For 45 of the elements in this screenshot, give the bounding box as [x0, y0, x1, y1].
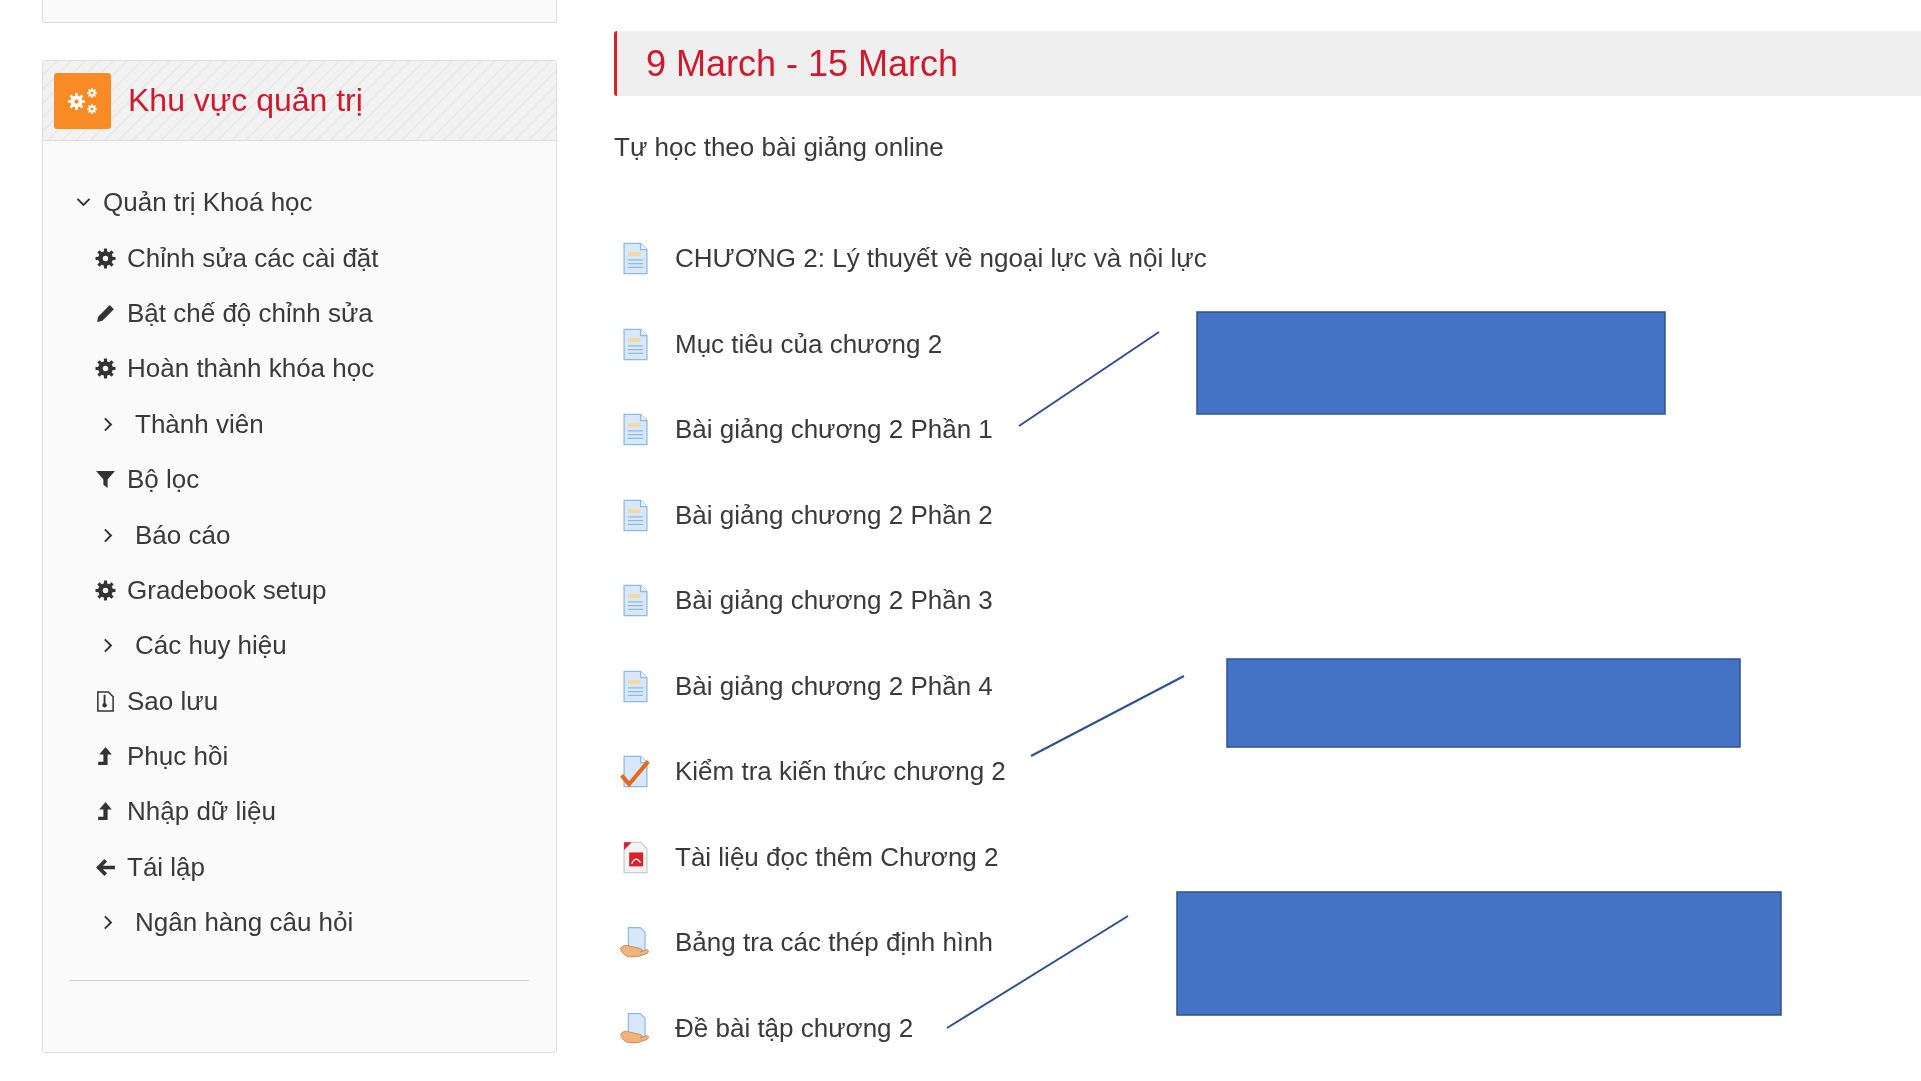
activity-link[interactable]: Đề bài tập chương 2 — [675, 1012, 914, 1044]
document-icon — [620, 584, 651, 618]
activity-link[interactable]: Bài giảng chương 2 Phần 2 — [675, 499, 993, 531]
hand-document-icon — [620, 926, 651, 960]
archive-file-icon — [95, 690, 116, 712]
document-icon — [620, 327, 651, 361]
gears-icon — [54, 72, 111, 129]
gear-icon — [95, 579, 116, 601]
menu-link[interactable]: Nhập dữ liệu — [127, 796, 276, 828]
menu-link[interactable]: Bật chế độ chỉnh sửa — [127, 297, 373, 329]
pdf-file-icon — [620, 840, 651, 874]
document-icon — [620, 242, 651, 276]
activity-link[interactable]: Kiểm tra kiến thức chương 2 — [675, 756, 1006, 788]
hand-document-icon — [620, 1011, 651, 1045]
checkmark-document-icon — [620, 755, 651, 789]
menu-link[interactable]: Sao lưu — [127, 685, 219, 717]
section-title: 9 March - 15 March — [646, 42, 959, 85]
gear-icon — [95, 247, 116, 269]
tree-node[interactable]: Ngân hàng câu hỏi — [135, 907, 354, 939]
document-icon — [620, 498, 651, 532]
tree-node[interactable]: Quản trị Khoá học — [103, 187, 313, 219]
document-icon — [620, 413, 651, 447]
menu-link[interactable]: Hoàn thành khóa học — [127, 353, 375, 385]
tree-node[interactable]: Các huy hiệu — [135, 630, 287, 662]
menu-link[interactable]: Chỉnh sửa các cài đặt — [127, 242, 379, 274]
activity-link[interactable]: Tài liệu đọc thêm Chương 2 — [675, 841, 999, 873]
filter-icon — [95, 469, 116, 491]
menu-link[interactable]: Phục hồi — [127, 741, 229, 773]
tree-node[interactable]: Thành viên — [135, 408, 264, 440]
menu-link[interactable]: Bộ lọc — [127, 464, 200, 496]
activity-link[interactable]: Bài giảng chương 2 Phần 3 — [675, 585, 993, 617]
activity-link[interactable]: Bài giảng chương 2 Phần 4 — [675, 670, 993, 702]
pencil-icon — [95, 302, 116, 324]
activity-link[interactable]: CHƯƠNG 2: Lý thuyết về ngoại lực và nội lực — [675, 243, 1207, 275]
tree-node[interactable]: Báo cáo — [135, 519, 231, 551]
gear-icon — [95, 358, 116, 380]
section-summary: Tự học theo bài giảng online — [614, 131, 945, 164]
activity-link[interactable]: Bài giảng chương 2 Phần 1 — [675, 414, 993, 446]
menu-link[interactable]: Tái lập — [127, 851, 206, 883]
left-arrow-icon — [95, 856, 116, 878]
activity-link[interactable]: Mục tiêu của chương 2 — [675, 328, 943, 360]
document-icon — [620, 669, 651, 703]
menu-link[interactable]: Gradebook setup — [127, 574, 327, 606]
activity-link[interactable]: Bảng tra các thép định hình — [675, 927, 993, 959]
block-title: Khu vực quản trị — [128, 82, 363, 119]
